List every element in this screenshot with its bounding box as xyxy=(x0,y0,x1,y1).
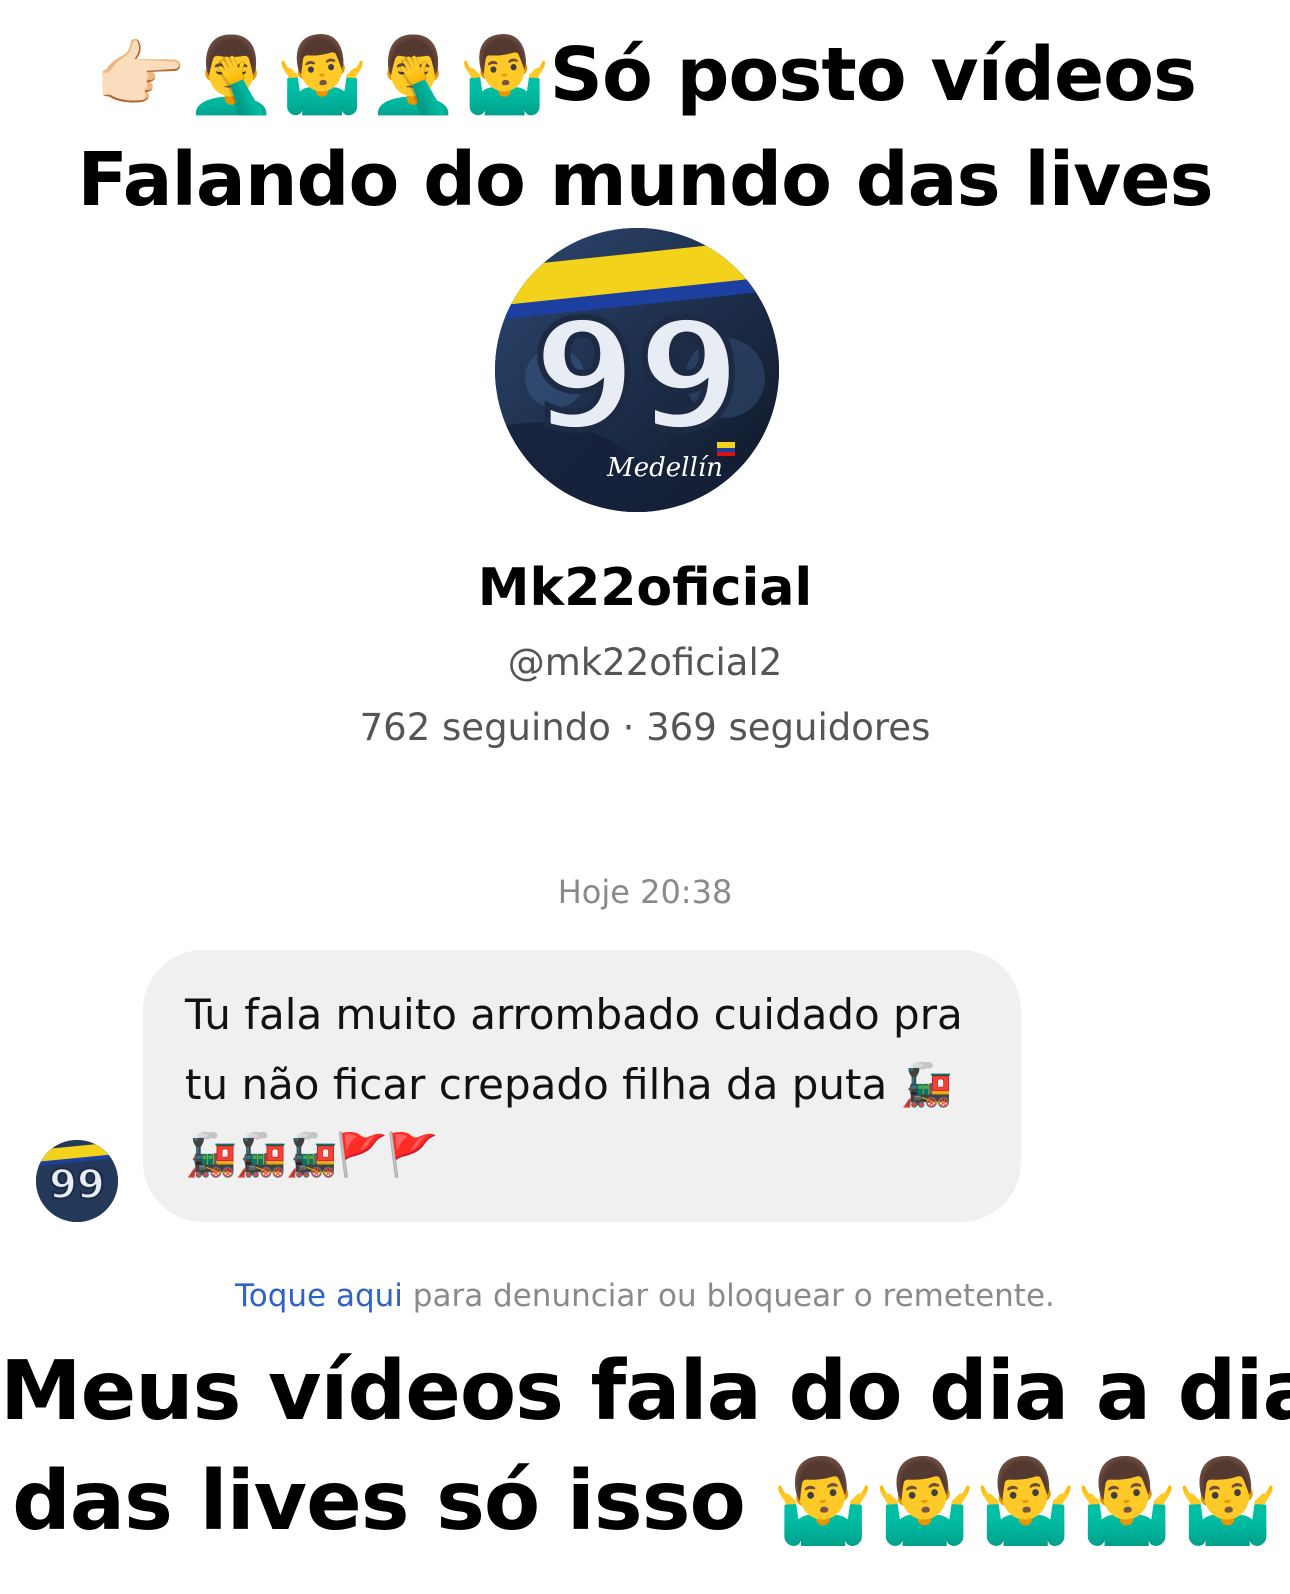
report-notice: Toque aqui para denunciar ou bloquear o … xyxy=(0,1276,1290,1316)
jersey-image: 99 Medellín xyxy=(495,228,779,512)
message-timestamp: Hoje 20:38 xyxy=(557,873,733,911)
report-text: para denunciar ou bloquear o remetente. xyxy=(402,1278,1055,1314)
caption-top-line-1: 👉🏻🤦‍♂️🤷‍♂️🤦‍♂️🤷‍♂️Só posto vídeos xyxy=(93,32,1197,118)
caption-bottom-line-2: das lives só isso 🤷‍♂️🤷‍♂️🤷‍♂️🤷‍♂️🤷‍♂️ xyxy=(12,1454,1279,1549)
message-bubble[interactable]: Tu fala muito arrombado cuidado pra tu n… xyxy=(143,950,1021,1222)
sender-avatar-number: 99 xyxy=(49,1162,105,1208)
sender-avatar[interactable]: 99 xyxy=(36,1140,118,1222)
profile-stats: 762 seguindo · 369 seguidores xyxy=(359,706,931,749)
profile-avatar[interactable]: 99 Medellín xyxy=(495,228,779,512)
report-link[interactable]: Toque aqui xyxy=(235,1278,403,1314)
sender-avatar-image: 99 xyxy=(36,1140,118,1222)
message-line-3: 🚂🚂🚂🚩🚩 xyxy=(185,1130,438,1179)
jersey-number: 99 xyxy=(533,290,742,464)
caption-top-line-2: Falando do mundo das lives xyxy=(77,137,1213,223)
profile-handle: @mk22oficial2 xyxy=(507,641,783,684)
message-line-2: tu não ficar crepado filha da puta 🚂 xyxy=(185,1060,953,1109)
profile-name[interactable]: Mk22oficial xyxy=(0,556,1290,620)
caption-bottom-line-1: Meus vídeos fala do dia a dia xyxy=(0,1344,1290,1439)
jersey-script: Medellín xyxy=(606,453,723,483)
message-line-1: Tu fala muito arrombado cuidado pra xyxy=(185,990,963,1039)
